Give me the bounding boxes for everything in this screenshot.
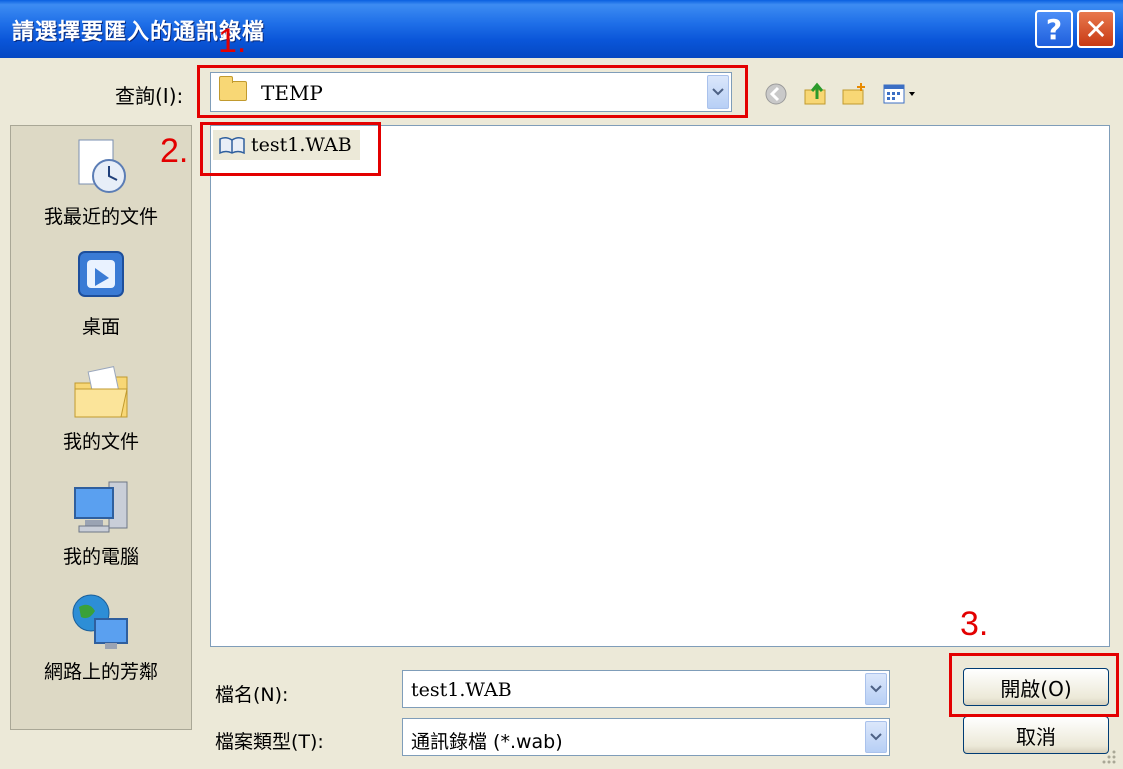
annotation-box-3 bbox=[949, 653, 1119, 717]
filetype-label: 檔案類型(T): bbox=[215, 731, 324, 753]
filename-dropdown-button[interactable] bbox=[865, 673, 887, 705]
back-button[interactable] bbox=[762, 80, 790, 108]
annotation-step-2: 2. bbox=[160, 132, 189, 170]
view-menu-button[interactable] bbox=[880, 80, 924, 108]
new-folder-button[interactable] bbox=[840, 80, 868, 108]
place-label: 我的電腦 bbox=[62, 546, 139, 568]
place-my-computer[interactable]: 我的電腦 bbox=[11, 476, 191, 569]
filetype-value: 通訊錄檔 (*.wab) bbox=[411, 731, 563, 753]
place-label: 網路上的芳鄰 bbox=[43, 661, 158, 683]
place-desktop[interactable]: 桌面 bbox=[11, 246, 191, 339]
cancel-button[interactable]: 取消 bbox=[963, 716, 1109, 754]
places-bar: 我最近的文件 桌面 我的文件 我的電腦 網路上的芳鄰 bbox=[10, 125, 192, 730]
annotation-step-3: 3. bbox=[960, 605, 989, 643]
up-folder-button[interactable] bbox=[802, 80, 830, 108]
desktop-icon bbox=[69, 246, 133, 310]
close-button[interactable]: ✕ bbox=[1077, 10, 1115, 48]
filename-value: test1.WAB bbox=[411, 679, 512, 701]
annotation-box-2 bbox=[200, 122, 381, 176]
close-icon: ✕ bbox=[1084, 12, 1108, 46]
resize-grip-icon[interactable] bbox=[1100, 748, 1118, 766]
help-button[interactable]: ? bbox=[1035, 10, 1073, 48]
network-places-icon bbox=[69, 591, 133, 655]
my-documents-icon bbox=[69, 361, 133, 425]
annotation-step-1: 1. bbox=[218, 22, 247, 60]
back-icon bbox=[765, 83, 787, 105]
place-label: 我最近的文件 bbox=[43, 206, 158, 228]
place-my-documents[interactable]: 我的文件 bbox=[11, 361, 191, 454]
annotation-box-1 bbox=[197, 65, 748, 118]
filename-input[interactable]: test1.WAB bbox=[402, 670, 890, 708]
help-icon: ? bbox=[1045, 12, 1063, 46]
place-network[interactable]: 網路上的芳鄰 bbox=[11, 591, 191, 684]
filetype-select[interactable]: 通訊錄檔 (*.wab) bbox=[402, 718, 890, 756]
place-label: 桌面 bbox=[81, 316, 120, 338]
filetype-dropdown-button[interactable] bbox=[865, 721, 887, 753]
view-menu-icon bbox=[883, 84, 915, 104]
place-label: 我的文件 bbox=[62, 431, 139, 453]
file-list[interactable]: test1.WAB bbox=[210, 125, 1110, 647]
look-in-label: 查詢(I): bbox=[115, 84, 184, 108]
filename-label: 檔名(N): bbox=[215, 684, 289, 706]
new-folder-icon bbox=[842, 83, 865, 105]
chevron-down-icon bbox=[870, 685, 882, 693]
recent-documents-icon bbox=[69, 136, 133, 200]
chevron-down-icon bbox=[870, 733, 882, 741]
my-computer-icon bbox=[69, 476, 133, 540]
up-folder-icon bbox=[804, 82, 826, 105]
